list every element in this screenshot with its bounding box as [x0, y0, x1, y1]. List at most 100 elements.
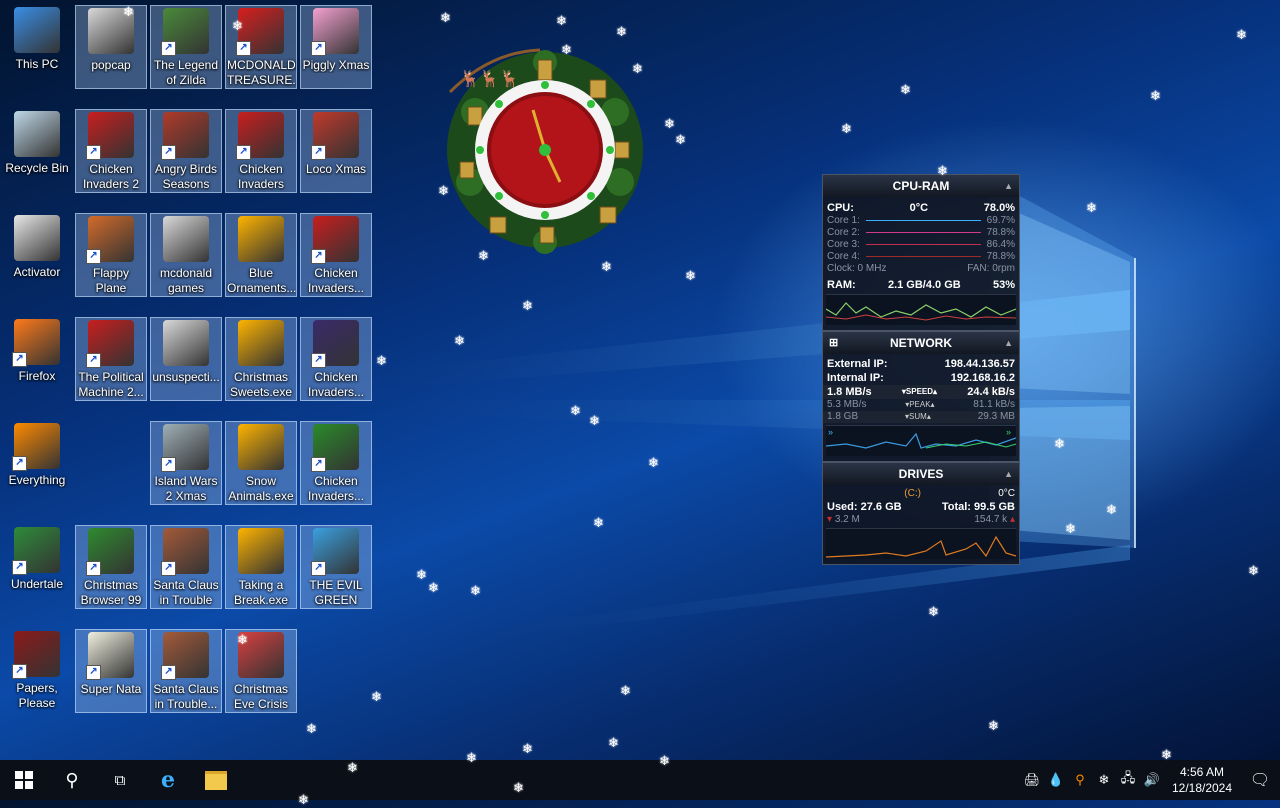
firefox-icon: ↗ [12, 319, 60, 367]
speed-up: 24.4 kB/s [967, 386, 1015, 398]
desktop-icon[interactable]: Activator [1, 213, 73, 297]
desktop-icon[interactable]: ↗ Super Nata [75, 629, 147, 713]
desktop-icon-label: Santa Claus in Trouble [153, 578, 219, 607]
desktop-icon[interactable]: Snow Animals.exe [225, 421, 297, 505]
desktop-icon[interactable]: ↗ Undertale [1, 525, 73, 609]
drive-letter: (C:) [904, 488, 921, 499]
desktop-icon[interactable]: Christmas Eve Crisis [225, 629, 297, 713]
system-monitor-gadget: CPU-RAM ▲ CPU: 0°C 78.0% Core 1: 69.7% Core … [822, 174, 1020, 565]
desktop-icon-label: Loco Xmas [305, 162, 367, 176]
angry-birds-icon: ↗ [161, 112, 209, 160]
desktop-icon[interactable]: ↗ Loco Xmas [300, 109, 372, 193]
shortcut-arrow-icon: ↗ [86, 353, 101, 368]
cpu-ram-panel: CPU-RAM ▲ CPU: 0°C 78.0% Core 1: 69.7% Core … [822, 174, 1020, 331]
shortcut-arrow-icon: ↗ [311, 457, 326, 472]
notification-icon[interactable]: 🗨 [1240, 770, 1280, 790]
desktop-icon[interactable]: popcap [75, 5, 147, 89]
desktop-icon[interactable]: ↗ Flappy Plane [75, 213, 147, 297]
desktop-icon[interactable]: This PC [1, 5, 73, 89]
chicken-icon: ↗ [311, 320, 359, 368]
desktop-icon-label: Piggly Xmas [302, 58, 370, 72]
cpu-temp: 0°C [909, 202, 929, 214]
desktop-icon[interactable]: Blue Ornaments... [225, 213, 297, 297]
santa-icon [238, 632, 284, 678]
desktop-icon[interactable]: ↗ Chicken Invaders 2 [75, 109, 147, 193]
desktop-icon[interactable]: ↗ Santa Claus in Trouble... [150, 629, 222, 713]
collapse-icon[interactable]: ▲ [1004, 175, 1013, 197]
setup-icon [238, 424, 284, 470]
desktop-icon[interactable]: ↗ Chicken Invaders C... [225, 109, 297, 193]
desktop-icon[interactable]: ↗ Everything [1, 421, 73, 505]
magnifier-icon[interactable]: ⚲ [1068, 772, 1092, 788]
clock-speed: Clock: 0 MHz [827, 263, 887, 274]
tree-icon: ↗ [86, 528, 134, 576]
island-icon: ↗ [161, 424, 209, 472]
core2-label: Core 2: [827, 227, 860, 238]
desktop-icon[interactable]: ↗ Santa Claus in Trouble [150, 525, 222, 609]
desktop-icon[interactable]: ↗ Papers, Please [1, 629, 73, 713]
shortcut-arrow-icon: ↗ [12, 352, 27, 367]
shortcut-arrow-icon: ↗ [12, 664, 27, 679]
external-ip: 198.44.136.57 [944, 358, 1015, 370]
collapse-icon[interactable]: ▲ [1004, 332, 1013, 354]
desktop-icon[interactable]: ↗ Chicken Invaders... [300, 421, 372, 505]
taskbar-clock[interactable]: 4:56 AM 12/18/2024 [1164, 764, 1240, 796]
core2-value: 78.8% [986, 227, 1015, 238]
network-panel: ⊞ NETWORK ▲ External IP: 198.44.136.57 Inte… [822, 331, 1020, 462]
search-icon: ⚲ [65, 769, 79, 790]
desktop-icon-label: The Political Machine 2... [78, 370, 144, 399]
cpu-percent: 78.0% [983, 202, 1015, 214]
christmas-clock-gadget[interactable]: 🦌🦌🦌 [430, 32, 660, 262]
sum-down: 1.8 GB [827, 411, 859, 422]
shortcut-arrow-icon: ↗ [86, 145, 101, 160]
drive-write: 154.7 k [974, 514, 1008, 525]
desktop-icon[interactable]: ↗ Island Wars 2 Xmas [150, 421, 222, 505]
desktop-icon[interactable]: ↗ MCDONALDS TREASURE... [225, 5, 297, 89]
desktop-icon[interactable]: ↗ The Political Machine 2... [75, 317, 147, 401]
chicken-icon: ↗ [236, 112, 284, 160]
chicken-icon: ↗ [86, 112, 134, 160]
printer-icon[interactable]: 🖨 [1020, 772, 1044, 788]
magnifier-icon: ↗ [12, 423, 60, 471]
file-icon [14, 215, 60, 261]
desktop-icon[interactable]: ↗ Firefox [1, 317, 73, 401]
internet-explorer-button[interactable]: e [144, 760, 192, 800]
desktop[interactable]: This PC Recycle Bin Activator ↗ Firefox ↗ Ever… [0, 0, 1280, 760]
bear-icon: ↗ [311, 112, 359, 160]
desktop-icon[interactable]: Recycle Bin [1, 109, 73, 193]
desktop-icon[interactable]: unsuspecti... [150, 317, 222, 401]
desktop-icon[interactable]: mcdonald games [150, 213, 222, 297]
drives-title: DRIVES [898, 467, 944, 481]
desktop-icon-label: mcdonald games [159, 266, 213, 295]
desktop-icon[interactable]: ↗ The Legend of Zilda [150, 5, 222, 89]
volume-icon[interactable]: 🔊 [1140, 772, 1164, 788]
desktop-icon[interactable]: Christmas Sweets.exe [225, 317, 297, 401]
drop-icon[interactable]: 💧 [1044, 772, 1068, 788]
search-button[interactable]: ⚲ [48, 760, 96, 800]
desktop-icon[interactable]: ↗ THE EVIL GREEN ME... [300, 525, 372, 609]
desktop-icon[interactable]: ↗ Chicken Invaders... [300, 317, 372, 401]
collapse-icon[interactable]: ▲ [1004, 463, 1013, 485]
desktop-icon[interactable]: ↗ Piggly Xmas [300, 5, 372, 89]
shortcut-arrow-icon: ↗ [311, 249, 326, 264]
file-explorer-button[interactable] [192, 760, 240, 800]
task-view-button[interactable]: ⧉ [96, 760, 144, 800]
sum-up: 29.3 MB [977, 411, 1015, 422]
desktop-icon-label: Christmas Eve Crisis [233, 682, 288, 711]
snowflake-icon[interactable]: ❄ [1092, 772, 1116, 788]
cpu-label: CPU: [827, 202, 854, 214]
sum-label: SUM [909, 412, 927, 421]
start-button[interactable] [0, 760, 48, 800]
desktop-icon[interactable]: Taking a Break.exe [225, 525, 297, 609]
peak-up: 81.1 kB/s [973, 399, 1015, 410]
shortcut-arrow-icon: ↗ [86, 665, 101, 680]
shortcut-arrow-icon: ↗ [161, 665, 176, 680]
cpu-ram-title: CPU-RAM [892, 179, 950, 193]
network-icon[interactable]: 🖧 [1116, 769, 1140, 791]
desktop-icon-label: Angry Birds Seasons [154, 162, 218, 191]
desktop-icon-label: Chicken Invaders C... [237, 162, 285, 191]
desktop-icon[interactable]: ↗ Angry Birds Seasons [150, 109, 222, 193]
desktop-icon[interactable]: ↗ Christmas Browser 99 [75, 525, 147, 609]
desktop-icon[interactable]: ↗ Chicken Invaders... [300, 213, 372, 297]
setup-icon [238, 320, 284, 366]
